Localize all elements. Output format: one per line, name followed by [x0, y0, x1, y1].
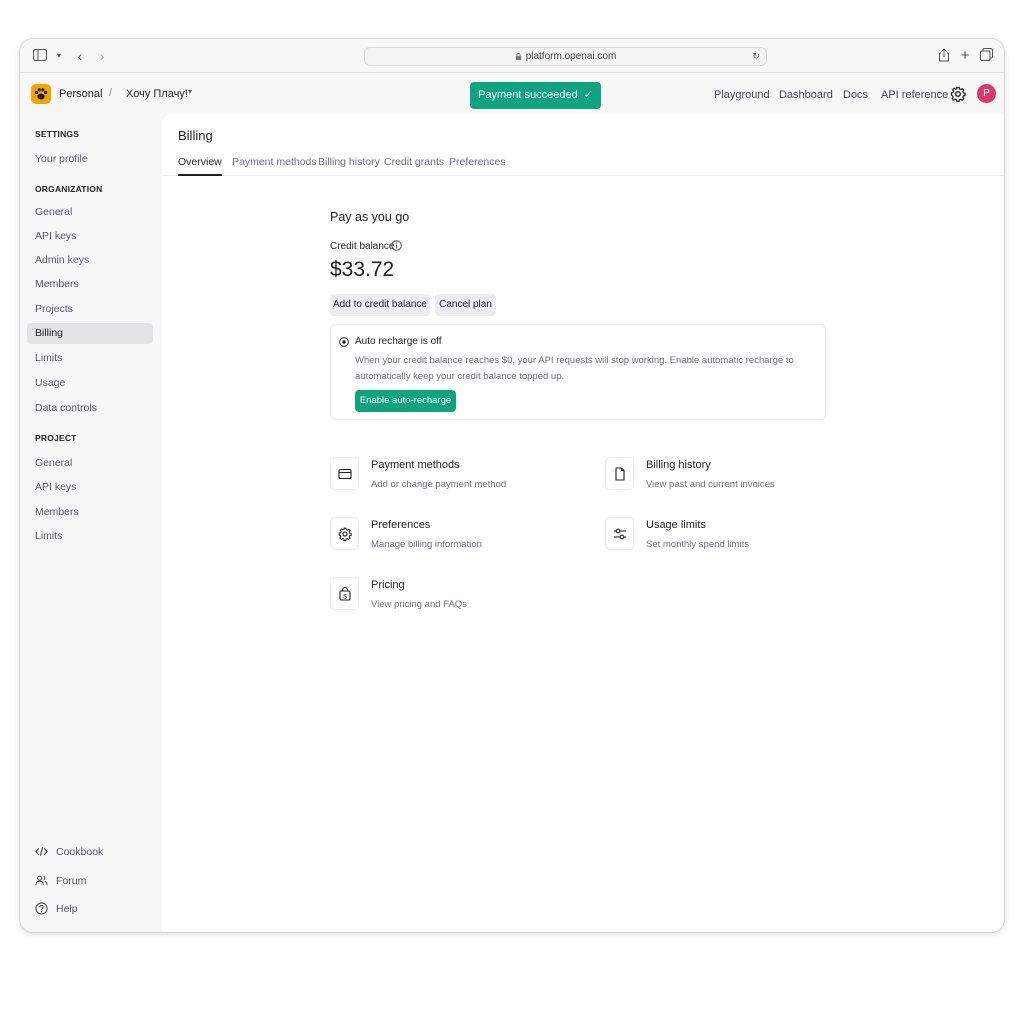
- tab-payment-methods[interactable]: Payment methods: [232, 156, 317, 176]
- credit-balance-value: $33.72: [330, 258, 395, 281]
- toast-text: Payment succeeded: [478, 89, 578, 101]
- share-icon[interactable]: [936, 48, 952, 64]
- sidebar-heading-settings: SETTINGS: [35, 129, 80, 139]
- auto-recharge-description: When your credit balance reaches $0, you…: [355, 355, 794, 382]
- card-icon-box: [605, 457, 634, 490]
- plan-name: Pay as you go: [330, 210, 410, 224]
- sidebar-link-label: Forum: [56, 875, 87, 887]
- chevron-down-icon[interactable]: ▾: [51, 48, 67, 64]
- card-title: Payment methods: [371, 459, 460, 471]
- credit-balance-label: Credit balance: [330, 241, 395, 252]
- gear-icon: [338, 527, 352, 541]
- address-bar[interactable]: platform.openai.com ↻: [364, 47, 767, 66]
- add-credit-button[interactable]: Add to credit balance: [330, 294, 430, 316]
- nav-api-reference[interactable]: API reference: [881, 89, 948, 101]
- page-title: Billing: [178, 128, 213, 143]
- nav-docs[interactable]: Docs: [843, 89, 868, 101]
- sidebar-item-your-profile[interactable]: Your profile: [27, 149, 153, 170]
- cancel-plan-button[interactable]: Cancel plan: [435, 294, 496, 316]
- check-icon: ✓: [583, 89, 593, 101]
- help-icon: [35, 902, 48, 915]
- card-title: Billing history: [646, 459, 711, 471]
- sidebar-item-usage[interactable]: Usage: [27, 373, 153, 394]
- auto-recharge-panel: Auto recharge is off When your credit ba…: [330, 324, 826, 420]
- sidebar-item-org-limits[interactable]: Limits: [27, 348, 153, 369]
- sidebar-item-project-api-keys[interactable]: API keys: [27, 477, 153, 498]
- price-tag-icon: $: [339, 587, 351, 601]
- card-description: Manage billing information: [371, 539, 482, 550]
- browser-window: ▾ ‹ › platform.openai.com ↻ + Personal /…: [19, 38, 1005, 933]
- paw-icon: [34, 88, 48, 100]
- org-switcher[interactable]: Personal: [59, 88, 102, 100]
- people-icon: [35, 875, 48, 886]
- sidebar-item-project-general[interactable]: General: [27, 453, 153, 474]
- sidebar-link-label: Help: [56, 903, 78, 915]
- billing-tabs: Overview Payment methods Billing history…: [162, 144, 1004, 176]
- sliders-icon: [614, 528, 626, 540]
- tabs-overview-icon[interactable]: [978, 48, 994, 64]
- nav-playground[interactable]: Playground: [714, 89, 770, 101]
- lock-icon: [515, 53, 521, 60]
- card-usage-limits[interactable]: Usage limits Set monthly spend limits: [605, 515, 845, 555]
- card-description: Add or change payment method: [371, 479, 507, 490]
- sidebar-item-data-controls[interactable]: Data controls: [27, 398, 153, 419]
- gear-icon[interactable]: [950, 86, 966, 102]
- card-description: View pricing and FAQs: [371, 599, 467, 610]
- sidebar-heading-project: PROJECT: [35, 433, 77, 443]
- sidebar-item-org-api-keys[interactable]: API keys: [27, 226, 153, 247]
- card-description: Set monthly spend limits: [646, 539, 749, 550]
- avatar[interactable]: P: [977, 84, 996, 103]
- card-icon-box: [605, 517, 634, 550]
- card-icon-box: $: [330, 577, 359, 610]
- tab-overview[interactable]: Overview: [178, 156, 222, 176]
- chevron-down-icon[interactable]: ▾: [188, 87, 192, 96]
- tab-credit-grants[interactable]: Credit grants: [384, 156, 444, 176]
- billing-main: Billing Overview Payment methods Billing…: [162, 114, 1004, 932]
- sidebar-item-admin-keys[interactable]: Admin keys: [27, 250, 153, 271]
- info-icon[interactable]: [391, 240, 402, 251]
- card-icon-box: [330, 457, 359, 490]
- sidebar-item-org-general[interactable]: General: [27, 202, 153, 223]
- card-description: View past and current invoices: [646, 479, 775, 490]
- sidebar-item-projects[interactable]: Projects: [27, 299, 153, 320]
- sidebar-item-project-members[interactable]: Members: [27, 502, 153, 523]
- card-icon-box: [330, 517, 359, 550]
- enable-auto-recharge-button[interactable]: Enable auto-recharge: [355, 390, 456, 412]
- breadcrumb-separator: /: [109, 87, 113, 99]
- code-icon: [35, 847, 48, 856]
- card-title: Preferences: [371, 519, 431, 531]
- url-text: platform.openai.com: [525, 51, 617, 62]
- sidebar-item-billing[interactable]: Billing: [27, 323, 153, 344]
- sidebar-heading-organization: ORGANIZATION: [35, 184, 103, 194]
- card-title: Pricing: [371, 579, 405, 591]
- nav-dashboard[interactable]: Dashboard: [779, 89, 833, 101]
- card-billing-history[interactable]: Billing history View past and current in…: [605, 455, 845, 495]
- payment-success-toast: Payment succeeded ✓: [470, 82, 601, 109]
- document-icon: [615, 467, 625, 481]
- org-logo[interactable]: [31, 84, 51, 104]
- auto-recharge-title: Auto recharge is off: [355, 336, 442, 347]
- radio-status-icon: [339, 337, 349, 347]
- sidebar-toggle-icon[interactable]: [32, 48, 48, 64]
- card-payment-methods[interactable]: Payment methods Add or change payment me…: [330, 455, 570, 495]
- forward-icon[interactable]: ›: [94, 48, 110, 64]
- sidebar-item-org-members[interactable]: Members: [27, 274, 153, 295]
- card-pricing[interactable]: $ Pricing View pricing and FAQs: [330, 575, 570, 615]
- tab-billing-history[interactable]: Billing history: [318, 156, 380, 176]
- browser-toolbar: ▾ ‹ › platform.openai.com ↻ +: [20, 39, 1004, 73]
- reload-icon[interactable]: ↻: [752, 48, 760, 65]
- sidebar-link-label: Cookbook: [56, 846, 104, 858]
- project-switcher[interactable]: Хочу Плачу!: [126, 88, 188, 100]
- card-icon: [338, 468, 352, 480]
- sidebar-item-project-limits[interactable]: Limits: [27, 526, 153, 547]
- svg-text:$: $: [343, 594, 347, 600]
- tab-preferences[interactable]: Preferences: [449, 156, 506, 176]
- app-header: Personal / Хочу Плачу! ▾ Payment succeed…: [20, 73, 1004, 117]
- card-preferences[interactable]: Preferences Manage billing information: [330, 515, 570, 555]
- settings-sidebar: SETTINGS Your profile ORGANIZATION Gener…: [20, 117, 162, 932]
- new-tab-icon[interactable]: +: [957, 48, 973, 64]
- card-title: Usage limits: [646, 519, 706, 531]
- back-icon[interactable]: ‹: [72, 48, 88, 64]
